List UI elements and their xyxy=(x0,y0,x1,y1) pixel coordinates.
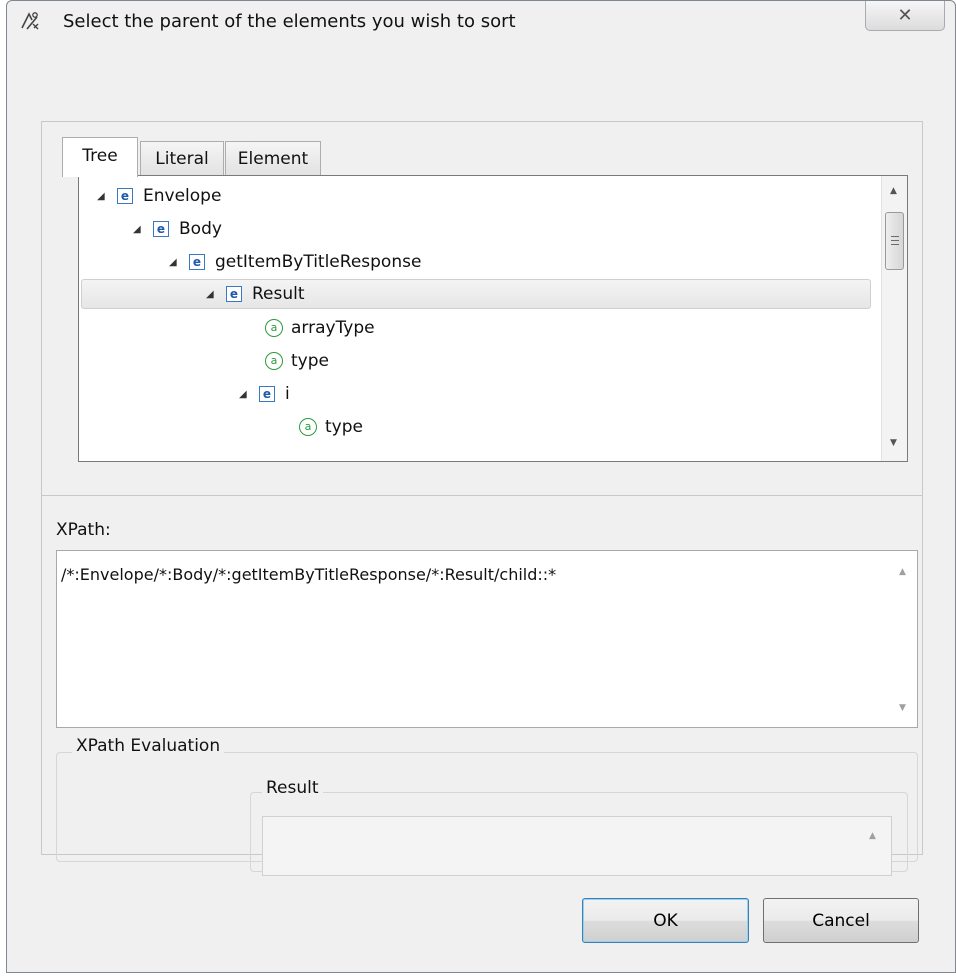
element-icon: e xyxy=(153,221,169,237)
sort-tool-icon xyxy=(21,12,39,30)
tree-node-i-type[interactable]: a type xyxy=(299,412,363,442)
tree-node-type[interactable]: a type xyxy=(265,346,329,376)
scroll-up-arrow-icon[interactable]: ▲ xyxy=(869,831,876,841)
attribute-icon: a xyxy=(265,319,283,337)
grip-line xyxy=(891,236,899,237)
tree-node-label: Body xyxy=(179,219,222,239)
collapse-triangle-icon[interactable]: ◢ xyxy=(97,191,111,202)
collapse-triangle-icon[interactable]: ◢ xyxy=(169,257,183,268)
tree-node-result[interactable]: ◢ e Result xyxy=(81,279,871,309)
grip-line xyxy=(891,244,899,245)
collapse-triangle-icon[interactable]: ◢ xyxy=(206,289,220,300)
tree-node-label: type xyxy=(325,417,363,437)
grip-line xyxy=(891,240,899,241)
tree-node-label: i xyxy=(285,384,290,404)
tree-node-getitembytitleresponse[interactable]: ◢ e getItemByTitleResponse xyxy=(169,247,421,277)
scroll-up-arrow-icon[interactable]: ▲ xyxy=(899,567,906,577)
result-field[interactable]: ▲ xyxy=(262,816,892,876)
collapse-triangle-icon[interactable]: ◢ xyxy=(133,224,147,235)
tree-node-label: type xyxy=(291,351,329,371)
tab-element[interactable]: Element xyxy=(225,141,321,175)
element-icon: e xyxy=(189,254,205,270)
tree-scrollbar-thumb[interactable] xyxy=(885,212,904,270)
sort-parent-dialog: Select the parent of the elements you wi… xyxy=(6,0,956,973)
xpath-label: XPath: xyxy=(56,520,111,540)
xpath-scrollbar[interactable]: ▲ ▼ xyxy=(891,551,917,727)
xpath-textarea[interactable]: /*:Envelope/*:Body/*:getItemByTitleRespo… xyxy=(56,550,918,728)
cancel-button[interactable]: Cancel xyxy=(763,898,919,943)
scroll-down-arrow-icon[interactable]: ▼ xyxy=(899,703,906,713)
tab-literal[interactable]: Literal xyxy=(140,141,224,175)
attribute-icon: a xyxy=(265,352,283,370)
tree-scrollbar[interactable]: ▲ ▼ xyxy=(881,176,907,461)
panel-divider xyxy=(42,495,922,496)
close-icon: ✕ xyxy=(897,5,913,26)
tree-node-label: Result xyxy=(252,284,305,304)
attribute-icon: a xyxy=(299,418,317,436)
tree-node-label: arrayType xyxy=(291,318,375,338)
tree-node-body[interactable]: ◢ e Body xyxy=(133,214,222,244)
scroll-up-arrow-icon[interactable]: ▲ xyxy=(890,186,897,196)
tab-literal-label: Literal xyxy=(155,149,209,169)
dialog-title: Select the parent of the elements you wi… xyxy=(63,11,516,32)
content-panel: Tree Literal Element ◢ e Envelope ◢ e Bo… xyxy=(41,121,923,876)
xpath-value: /*:Envelope/*:Body/*:getItemByTitleRespo… xyxy=(61,565,557,584)
element-icon: e xyxy=(226,286,242,302)
tree-node-arraytype[interactable]: a arrayType xyxy=(265,313,375,343)
element-icon: e xyxy=(117,188,133,204)
tree-node-envelope[interactable]: ◢ e Envelope xyxy=(97,181,221,211)
xml-tree[interactable]: ◢ e Envelope ◢ e Body ◢ e getItemByTitle… xyxy=(78,175,908,462)
title-bar[interactable]: Select the parent of the elements you wi… xyxy=(7,1,955,39)
xpath-evaluation-label: XPath Evaluation xyxy=(72,736,225,756)
close-button[interactable]: ✕ xyxy=(865,1,945,31)
ok-button[interactable]: OK xyxy=(582,898,749,943)
tab-tree[interactable]: Tree xyxy=(62,137,138,177)
result-label: Result xyxy=(262,778,323,798)
tree-node-i[interactable]: ◢ e i xyxy=(239,379,290,409)
collapse-triangle-icon[interactable]: ◢ xyxy=(239,389,253,400)
tree-node-label: getItemByTitleResponse xyxy=(215,252,422,272)
tab-tree-label: Tree xyxy=(82,146,118,166)
tab-element-label: Element xyxy=(237,149,309,169)
element-icon: e xyxy=(259,386,275,402)
scroll-down-arrow-icon[interactable]: ▼ xyxy=(890,438,897,448)
tree-node-label: Envelope xyxy=(143,186,222,206)
